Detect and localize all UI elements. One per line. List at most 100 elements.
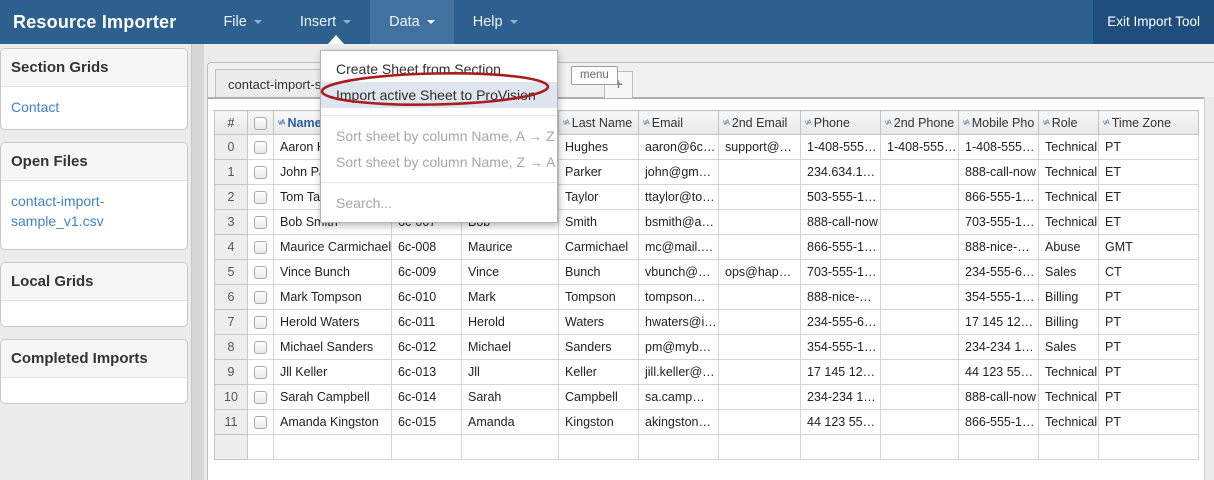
cell-role[interactable]: Technical [1039, 385, 1099, 410]
cell-2nd-email[interactable] [719, 210, 801, 235]
cell-name[interactable]: Jll Keller [274, 360, 392, 385]
cell-2nd-email[interactable]: ops@hap… [719, 260, 801, 285]
cell-last-name[interactable]: Sanders [559, 335, 639, 360]
cell-phone[interactable]: 888-nice-… [801, 285, 881, 310]
row-checkbox[interactable] [254, 316, 267, 329]
cell-last-name[interactable]: Keller [559, 360, 639, 385]
cell-first-name[interactable]: Sarah [462, 385, 559, 410]
row-number-cell[interactable]: 7 [215, 310, 248, 335]
cell-phone[interactable]: 703-555-1… [801, 260, 881, 285]
cell-2nd-phone[interactable] [881, 310, 959, 335]
cell-email[interactable]: akingston… [639, 410, 719, 435]
cell-name[interactable]: Amanda Kingston [274, 410, 392, 435]
row-number-cell[interactable]: 1 [215, 160, 248, 185]
row-number-cell[interactable]: 2 [215, 185, 248, 210]
column-header-last-name[interactable]: ᵛᴬLast Name [559, 111, 639, 135]
cell-role[interactable]: Sales [1039, 335, 1099, 360]
cell-mobile-phone[interactable]: 888-call-now [959, 385, 1039, 410]
select-all-checkbox[interactable] [254, 117, 267, 130]
menu-insert[interactable]: Insert [281, 0, 370, 44]
sidebar-link-open-file[interactable]: contact-import-sample_v1.csv [11, 191, 177, 231]
column-header-email[interactable]: ᵛᴬEmail [639, 111, 719, 135]
cell-name[interactable]: Mark Tompson [274, 285, 392, 310]
row-number-cell[interactable]: 8 [215, 335, 248, 360]
cell-first-name[interactable]: Vince [462, 260, 559, 285]
cell-mobile-phone[interactable]: 17 145 12… [959, 310, 1039, 335]
cell-2nd-email[interactable] [719, 410, 801, 435]
cell-id[interactable] [392, 435, 462, 460]
cell-2nd-phone[interactable]: 1-408-555… [881, 135, 959, 160]
cell-name[interactable]: Sarah Campbell [274, 385, 392, 410]
cell-time-zone[interactable]: PT [1099, 335, 1199, 360]
cell-time-zone[interactable]: PT [1099, 385, 1199, 410]
sheet-menu-button[interactable]: menu [571, 66, 618, 85]
column-header-mobile-phone[interactable]: ᵛᴬMobile Pho [959, 111, 1039, 135]
cell-time-zone[interactable]: PT [1099, 310, 1199, 335]
cell-2nd-email[interactable] [719, 435, 801, 460]
column-header-role[interactable]: ᵛᴬRole [1039, 111, 1099, 135]
cell-first-name[interactable]: Amanda [462, 410, 559, 435]
cell-phone[interactable]: 1-408-555… [801, 135, 881, 160]
cell-last-name[interactable]: Waters [559, 310, 639, 335]
cell-2nd-email[interactable] [719, 335, 801, 360]
cell-last-name[interactable] [559, 435, 639, 460]
cell-time-zone[interactable]: ET [1099, 185, 1199, 210]
cell-name[interactable]: Vince Bunch [274, 260, 392, 285]
cell-id[interactable]: 6c-008 [392, 235, 462, 260]
cell-email[interactable]: aaron@6c… [639, 135, 719, 160]
cell-2nd-email[interactable] [719, 360, 801, 385]
cell-2nd-phone[interactable] [881, 260, 959, 285]
cell-email[interactable]: tompson… [639, 285, 719, 310]
column-header-2nd-phone[interactable]: ᵛᴬ2nd Phone [881, 111, 959, 135]
row-checkbox[interactable] [254, 191, 267, 204]
sidebar-link-contact[interactable]: Contact [11, 99, 177, 115]
cell-mobile-phone[interactable]: 1-408-555… [959, 135, 1039, 160]
cell-2nd-phone[interactable] [881, 360, 959, 385]
cell-mobile-phone[interactable] [959, 435, 1039, 460]
cell-2nd-phone[interactable] [881, 435, 959, 460]
cell-mobile-phone[interactable]: 866-555-1… [959, 185, 1039, 210]
cell-2nd-phone[interactable] [881, 210, 959, 235]
cell-email[interactable]: jill.keller@… [639, 360, 719, 385]
cell-last-name[interactable]: Taylor [559, 185, 639, 210]
cell-role[interactable]: Technical [1039, 160, 1099, 185]
row-checkbox[interactable] [254, 216, 267, 229]
menu-help[interactable]: Help [454, 0, 537, 44]
row-number-cell[interactable]: 10 [215, 385, 248, 410]
cell-first-name[interactable] [462, 435, 559, 460]
cell-first-name[interactable]: Michael [462, 335, 559, 360]
cell-first-name[interactable]: Mark [462, 285, 559, 310]
cell-time-zone[interactable]: PT [1099, 285, 1199, 310]
cell-role[interactable]: Billing [1039, 310, 1099, 335]
cell-2nd-email[interactable] [719, 235, 801, 260]
menu-item-create-sheet-from-section[interactable]: Create Sheet from Section [321, 56, 557, 82]
cell-time-zone[interactable]: PT [1099, 360, 1199, 385]
row-checkbox[interactable] [254, 241, 267, 254]
cell-role[interactable]: Abuse [1039, 235, 1099, 260]
cell-first-name[interactable]: Herold [462, 310, 559, 335]
cell-phone[interactable]: 234-555-6… [801, 310, 881, 335]
cell-mobile-phone[interactable]: 703-555-1… [959, 210, 1039, 235]
cell-first-name[interactable]: Jll [462, 360, 559, 385]
row-number-cell[interactable]: 11 [215, 410, 248, 435]
cell-phone[interactable]: 866-555-1… [801, 235, 881, 260]
cell-name[interactable]: Herold Waters [274, 310, 392, 335]
cell-time-zone[interactable]: PT [1099, 410, 1199, 435]
cell-time-zone[interactable]: ET [1099, 160, 1199, 185]
cell-id[interactable]: 6c-014 [392, 385, 462, 410]
cell-time-zone[interactable] [1099, 435, 1199, 460]
cell-id[interactable]: 6c-009 [392, 260, 462, 285]
cell-name[interactable] [274, 435, 392, 460]
cell-last-name[interactable]: Bunch [559, 260, 639, 285]
cell-2nd-email[interactable] [719, 285, 801, 310]
menu-item-import-active-sheet[interactable]: Import active Sheet to ProVision [321, 82, 557, 108]
vertical-scrollbar[interactable] [1204, 97, 1214, 480]
cell-time-zone[interactable]: PT [1099, 135, 1199, 160]
column-header-time-zone[interactable]: ᵛᴬTime Zone [1099, 111, 1199, 135]
cell-role[interactable]: Billing [1039, 285, 1099, 310]
cell-2nd-phone[interactable] [881, 235, 959, 260]
column-header-phone[interactable]: ᵛᴬPhone [801, 111, 881, 135]
cell-time-zone[interactable]: ET [1099, 210, 1199, 235]
row-checkbox[interactable] [254, 266, 267, 279]
cell-mobile-phone[interactable]: 888-nice-… [959, 235, 1039, 260]
